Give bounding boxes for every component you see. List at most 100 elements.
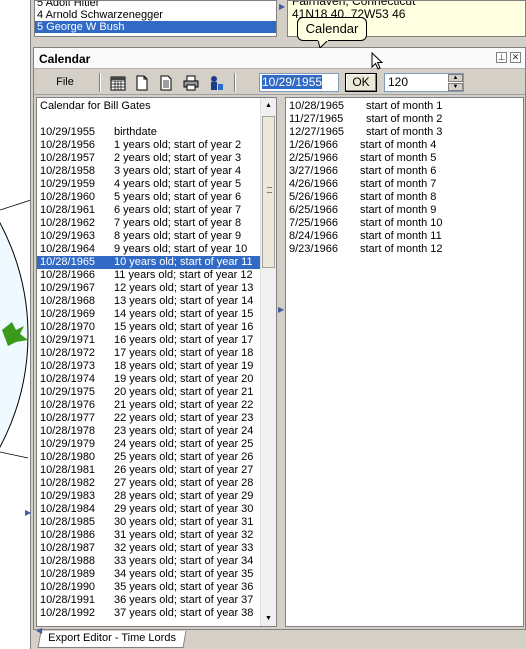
row-date: 10/28/1966	[40, 269, 96, 281]
calendar-row[interactable]: 10/28/1972 17 years old; start of year 18	[37, 347, 262, 360]
calendar-row[interactable]: 10/28/1970 15 years old; start of year 16	[37, 321, 262, 334]
calendar-row[interactable]: 10/28/1992 37 years old; start of year 38	[37, 607, 262, 620]
splitter-arrow-icon[interactable]: ▶	[279, 2, 285, 11]
calendar-row[interactable]: 10/29/1971 16 years old; start of year 17	[37, 334, 262, 347]
calendar-row[interactable]: 10/28/1988 33 years old; start of year 34	[37, 555, 262, 568]
calendar-row[interactable]: 10/28/1990 35 years old; start of year 36	[37, 581, 262, 594]
month-row[interactable]: 6/25/1966 start of month 9	[286, 204, 523, 217]
calendar-row[interactable]: 10/29/1955 birthdate	[37, 126, 262, 139]
calendar-row[interactable]: 10/28/1961 6 years old; start of year 7	[37, 204, 262, 217]
people-list-item[interactable]: 5 Adolf Hitler	[35, 1, 276, 9]
month-row[interactable]: 2/25/1966 start of month 5	[286, 152, 523, 165]
toolbar: File 10/29/1955 OK 120 ▲ ▼	[34, 70, 525, 95]
calendar-row[interactable]: 10/28/1977 22 years old; start of year 23	[37, 412, 262, 425]
month-row[interactable]: 1/26/1966 start of month 4	[286, 139, 523, 152]
row-description: 36 years old; start of year 37	[114, 594, 254, 606]
month-row[interactable]: 3/27/1966 start of month 6	[286, 165, 523, 178]
scrollbar-thumb[interactable]	[262, 116, 275, 268]
monthly-calendar-list[interactable]: 10/28/1965 start of month 1 11/27/1965 star…	[285, 97, 524, 627]
yearly-calendar-list[interactable]: Calendar for Bill Gates 10/29/1955 birthda…	[36, 97, 277, 627]
row-date: 2/25/1966	[289, 152, 338, 164]
calendar-row[interactable]: 10/28/1982 27 years old; start of year 28	[37, 477, 262, 490]
calendar-row[interactable]: 10/28/1964 9 years old; start of year 10	[37, 243, 262, 256]
calendar-row[interactable]: 10/29/1959 4 years old; start of year 5	[37, 178, 262, 191]
month-row[interactable]: 12/27/1965 start of month 3	[286, 126, 523, 139]
date-input-value[interactable]: 10/29/1955	[262, 75, 323, 89]
people-list-item[interactable]: 4 Arnold Schwarzenegger	[35, 9, 276, 21]
calendar-row[interactable]: 10/29/1975 20 years old; start of year 21	[37, 386, 262, 399]
calendar-row[interactable]: 10/29/1979 24 years old; start of year 25	[37, 438, 262, 451]
months-count-spinner[interactable]: 120 ▲ ▼	[384, 73, 464, 92]
calendar-row[interactable]: 10/28/1956 1 years old; start of year 2	[37, 139, 262, 152]
month-row[interactable]: 9/23/1966 start of month 12	[286, 243, 523, 256]
calendar-row[interactable]: 10/28/1958 3 years old; start of year 4	[37, 165, 262, 178]
calendar-row[interactable]: 10/28/1957 2 years old; start of year 3	[37, 152, 262, 165]
print-icon[interactable]	[183, 75, 199, 91]
calendar-row[interactable]: 10/28/1981 26 years old; start of year 27	[37, 464, 262, 477]
calendar-row[interactable]: 10/28/1985 30 years old; start of year 31	[37, 516, 262, 529]
calendar-row[interactable]: 10/29/1983 28 years old; start of year 29	[37, 490, 262, 503]
row-description: start of month 3	[366, 126, 443, 138]
date-input[interactable]: 10/29/1955	[259, 73, 339, 92]
row-date: 10/28/1978	[40, 425, 96, 437]
splitter-handle[interactable]: ▶	[278, 0, 286, 37]
calendar-row[interactable]: 10/29/1963 8 years old; start of year 9	[37, 230, 262, 243]
calendar-row[interactable]: 10/28/1976 21 years old; start of year 22	[37, 399, 262, 412]
close-icon[interactable]: ✕	[510, 52, 521, 63]
calendar-row[interactable]: 10/28/1960 5 years old; start of year 6	[37, 191, 262, 204]
left-edge-arrow-icon[interactable]: ▶	[25, 508, 31, 517]
month-row[interactable]: 7/25/1966 start of month 10	[286, 217, 523, 230]
scroll-down-icon[interactable]: ▼	[261, 611, 276, 626]
pin-icon[interactable]: ⊥	[496, 52, 507, 63]
calendar-row[interactable]: 10/28/1991 36 years old; start of year 37	[37, 594, 262, 607]
month-row[interactable]: 4/26/1966 start of month 7	[286, 178, 523, 191]
calendar-row[interactable]: 10/28/1974 19 years old; start of year 20	[37, 373, 262, 386]
calendar-row-selected[interactable]: 10/28/1965 10 years old; start of year 11	[37, 256, 262, 269]
row-date: 7/25/1966	[289, 217, 338, 229]
row-date: 10/29/1963	[40, 230, 96, 242]
row-description: 5 years old; start of year 6	[114, 191, 242, 203]
calendar-row[interactable]: 10/28/1978 23 years old; start of year 24	[37, 425, 262, 438]
tooltip-tail	[318, 40, 328, 48]
row-description: 8 years old; start of year 9	[114, 230, 242, 242]
calendar-row[interactable]: 10/28/1980 25 years old; start of year 26	[37, 451, 262, 464]
person-export-icon[interactable]	[208, 75, 224, 91]
month-row[interactable]: 8/24/1966 start of month 11	[286, 230, 523, 243]
bottom-edge-arrow-icon[interactable]: ◀	[36, 626, 42, 635]
month-row[interactable]: 11/27/1965 start of month 2	[286, 113, 523, 126]
panel-header: Calendar ⊥ ✕	[34, 48, 525, 69]
splitter-arrow-icon[interactable]: ▶	[278, 305, 284, 314]
vertical-scrollbar[interactable]: ▲ ▼	[260, 98, 276, 626]
row-date: 10/29/1955	[40, 126, 96, 138]
calendar-row[interactable]: 10/28/1973 18 years old; start of year 19	[37, 360, 262, 373]
row-description: 12 years old; start of year 13	[114, 282, 254, 294]
calendar-row[interactable]: 10/28/1986 31 years old; start of year 32	[37, 529, 262, 542]
file-menu-button[interactable]: File	[40, 73, 90, 92]
row-date: 11/27/1965	[289, 113, 344, 125]
calendar-row[interactable]: 10/28/1987 32 years old; start of year 33	[37, 542, 262, 555]
tab-export-editor[interactable]: Export Editor - Time Lords	[37, 631, 187, 648]
people-list[interactable]: 5 Adolf Hitler 4 Arnold Schwarzenegger 5…	[34, 0, 277, 37]
scroll-up-icon[interactable]: ▲	[261, 98, 276, 113]
month-row[interactable]: 5/26/1966 start of month 8	[286, 191, 523, 204]
new-document-icon[interactable]	[134, 75, 150, 91]
document-text-icon[interactable]	[158, 75, 174, 91]
calendar-row[interactable]: 10/28/1966 11 years old; start of year 12	[37, 269, 262, 282]
calendar-row[interactable]: 10/28/1989 34 years old; start of year 35	[37, 568, 262, 581]
tab-label: Export Editor - Time Lords	[48, 632, 176, 644]
calendar-row[interactable]: 10/28/1968 13 years old; start of year 14	[37, 295, 262, 308]
calendar-grid-icon[interactable]	[110, 75, 126, 91]
calendar-row[interactable]: 10/28/1984 29 years old; start of year 30	[37, 503, 262, 516]
vertical-splitter[interactable]: ▶	[278, 97, 284, 627]
months-count-value[interactable]: 120	[388, 75, 408, 90]
spin-down-icon[interactable]: ▼	[448, 83, 463, 91]
calendar-row[interactable]: 10/29/1967 12 years old; start of year 13	[37, 282, 262, 295]
spin-up-icon[interactable]: ▲	[448, 74, 463, 82]
calendar-row[interactable]: 10/28/1969 14 years old; start of year 15	[37, 308, 262, 321]
row-date: 10/28/1988	[40, 555, 96, 567]
month-row[interactable]: 10/28/1965 start of month 1	[286, 100, 523, 113]
row-description: 4 years old; start of year 5	[114, 178, 242, 190]
ok-button[interactable]: OK	[345, 73, 377, 92]
calendar-row[interactable]: 10/28/1962 7 years old; start of year 8	[37, 217, 262, 230]
people-list-item-selected[interactable]: 5 George W Bush	[35, 21, 276, 33]
